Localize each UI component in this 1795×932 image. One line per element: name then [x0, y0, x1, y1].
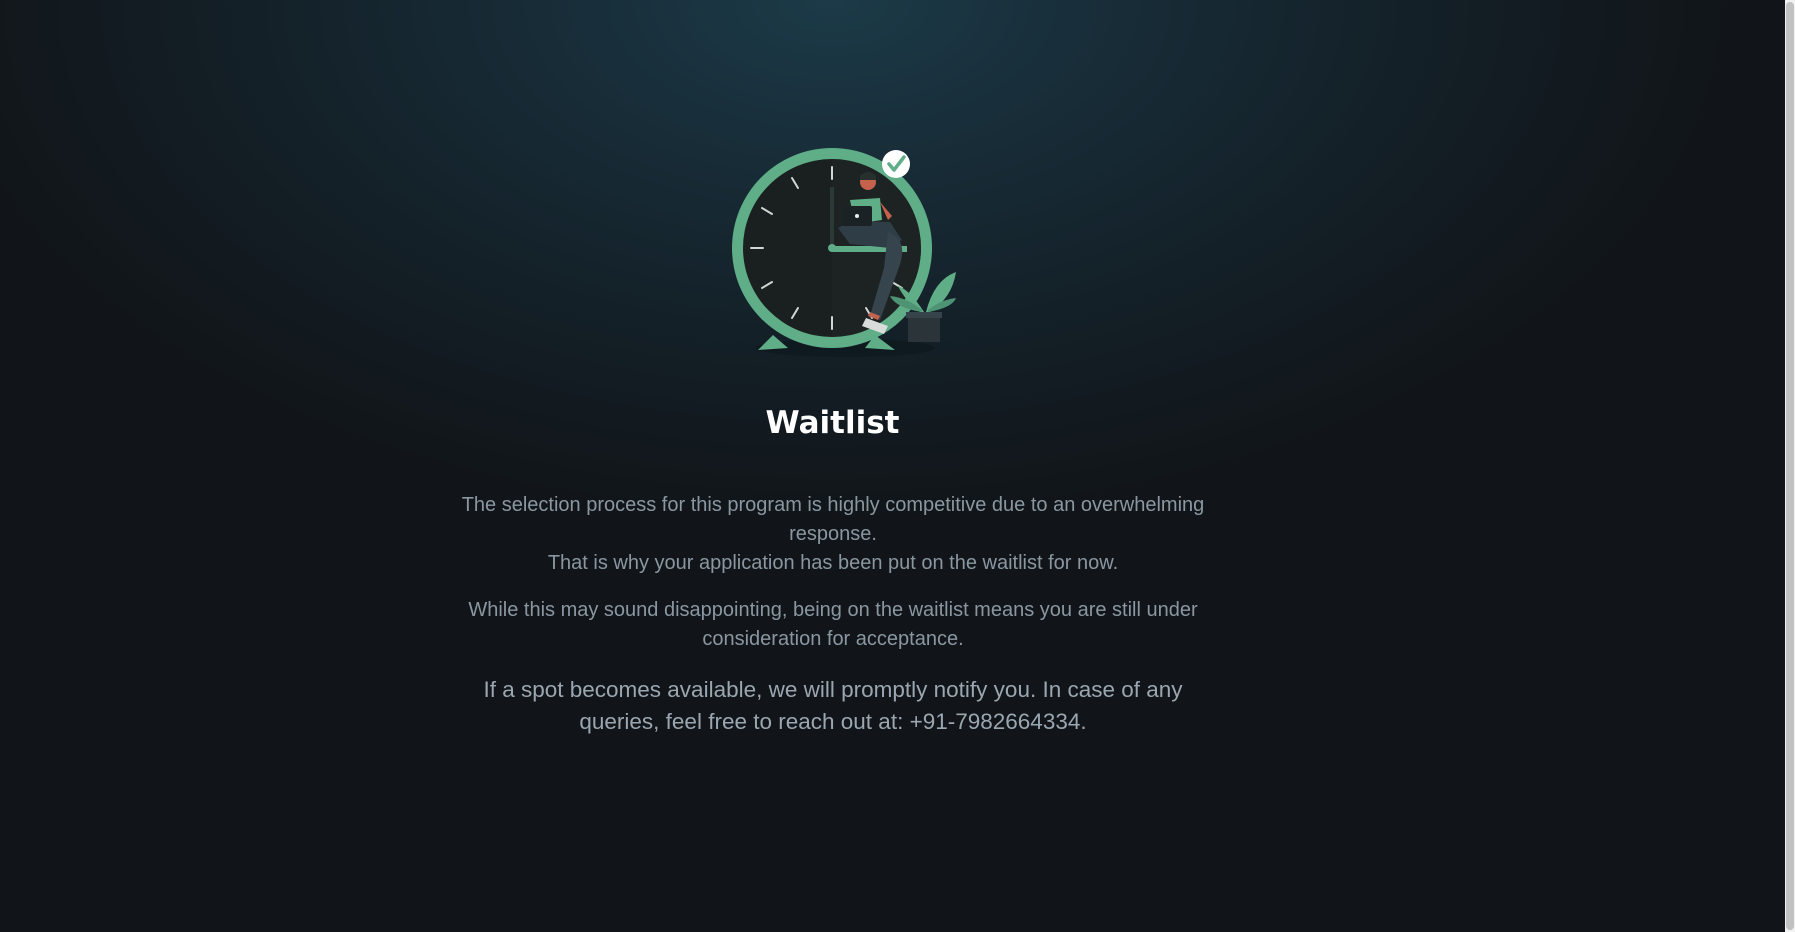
page-title: Waitlist — [765, 405, 900, 441]
message-intro: The selection process for this program i… — [448, 491, 1218, 578]
message-contact: If a spot becomes available, we will pro… — [483, 677, 1183, 734]
message-line-competitive: The selection process for this program i… — [461, 494, 1205, 545]
waitlist-page: Waitlist The selection process for this … — [0, 0, 1785, 932]
clock-center — [828, 244, 836, 252]
check-badge — [882, 150, 910, 178]
scrollbar-thumb[interactable] — [1786, 2, 1794, 930]
clock-waitlist-illustration — [732, 148, 956, 357]
message-consideration: While this may sound disappointing, bein… — [468, 599, 1198, 650]
vertical-scrollbar[interactable] — [1785, 0, 1795, 932]
message-line-waitlisted: That is why your application has been pu… — [547, 552, 1119, 574]
clock-hand — [830, 187, 834, 248]
